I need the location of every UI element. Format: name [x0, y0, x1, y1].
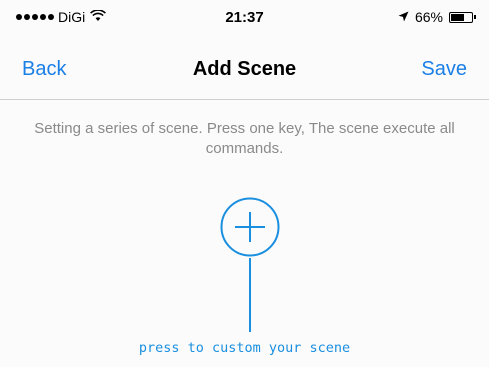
scene-description: Setting a series of scene. Press one key… [34, 120, 455, 157]
plus-circle-icon [220, 197, 280, 257]
battery-percentage: 66% [414, 9, 443, 25]
add-scene-button[interactable] [219, 196, 281, 258]
back-button[interactable]: Back [22, 58, 66, 81]
page-title: Add Scene [192, 58, 297, 80]
navigation-bar: Back Add Scene Save [0, 38, 489, 100]
battery-icon [449, 11, 476, 23]
battery-tip [474, 15, 476, 19]
connector-line [249, 258, 251, 332]
battery-fill [451, 13, 464, 21]
location-arrow-icon [398, 9, 409, 25]
status-bar: DiGi 21:37 66% [0, 0, 489, 38]
add-scene-screen: DiGi 21:37 66% Back Add Scene Save Setti… [0, 0, 489, 367]
status-right: 66% [398, 9, 476, 25]
custom-scene-hint: press to custom your scene [138, 340, 351, 356]
save-button[interactable]: Save [421, 58, 467, 81]
